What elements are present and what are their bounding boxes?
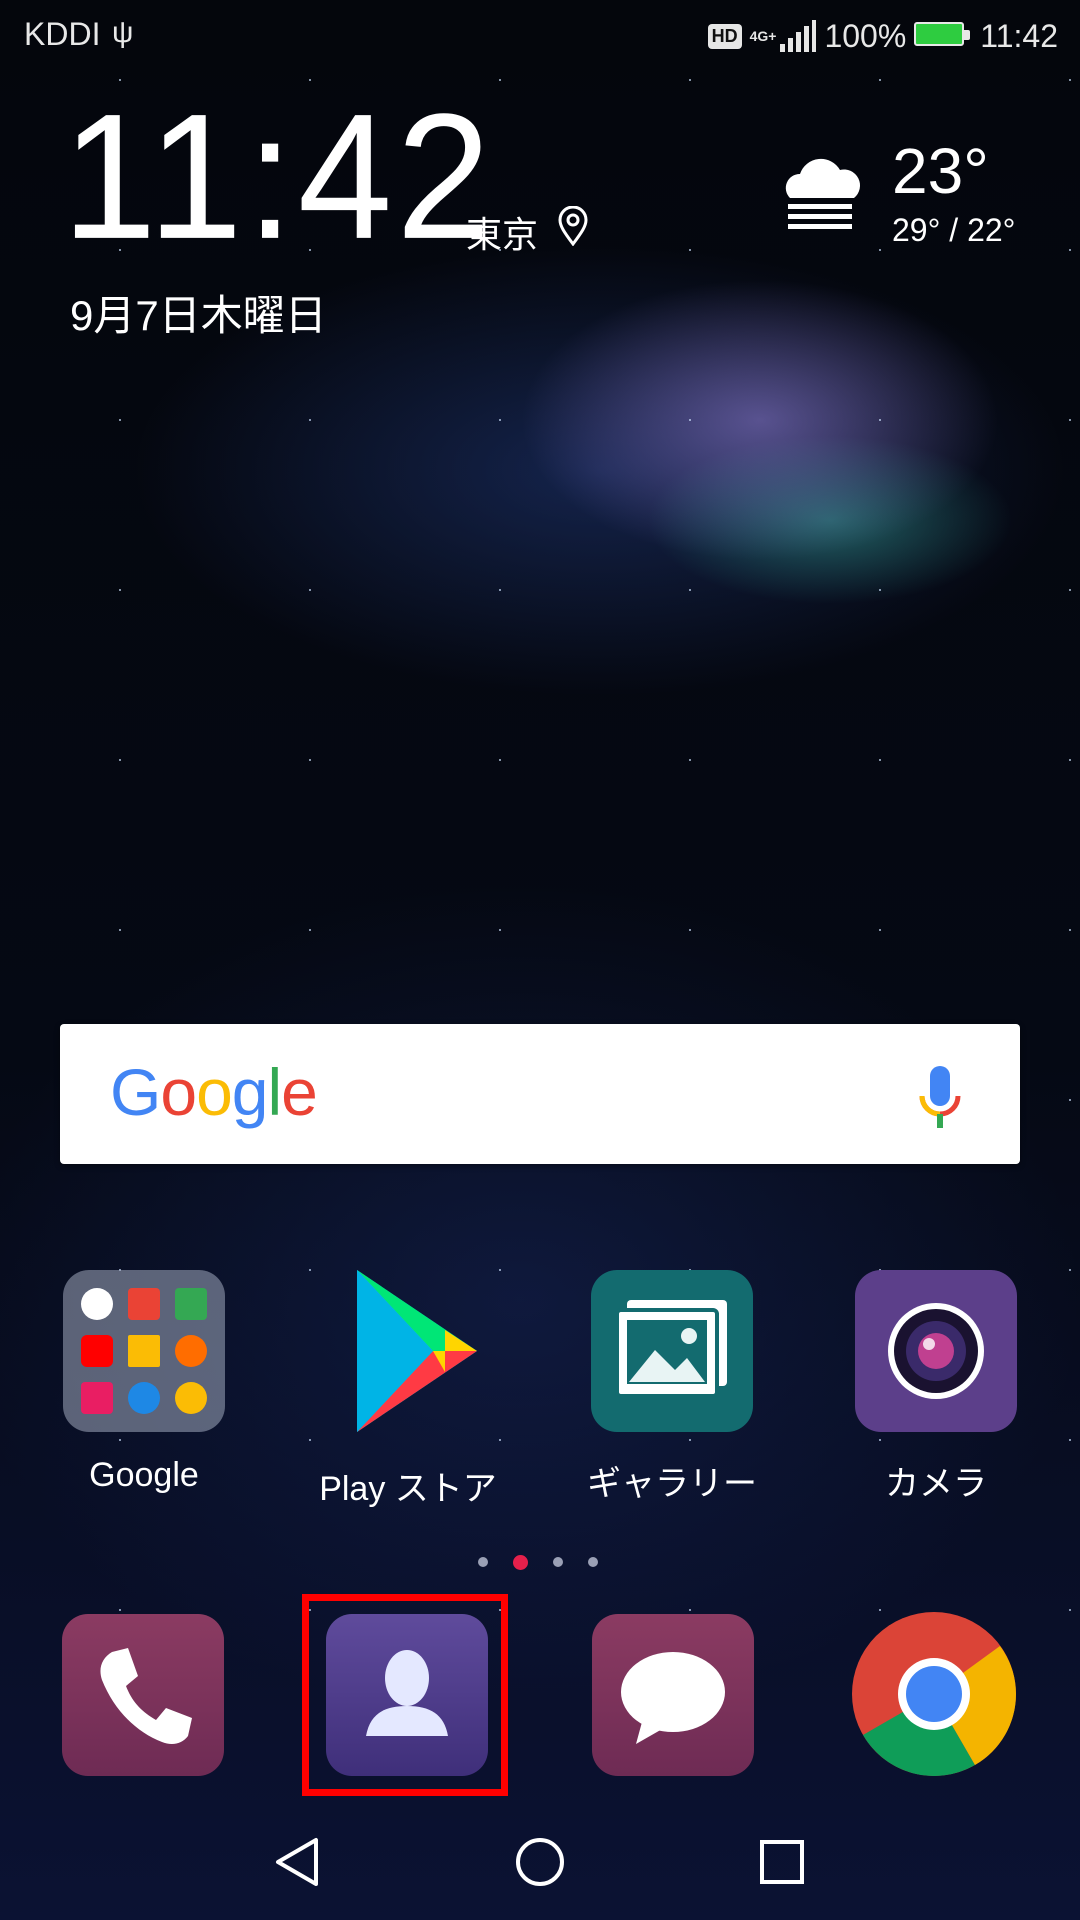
app-google-folder[interactable]: Google [44, 1270, 244, 1495]
app-label: カメラ [885, 1465, 987, 1503]
usb-icon: ψ [112, 16, 134, 49]
back-icon[interactable] [272, 1836, 324, 1888]
battery-percent: 100% [824, 17, 907, 54]
app-label: Google [89, 1456, 199, 1494]
google-logo: Google [110, 1055, 318, 1129]
status-bar: KDDI ψ HD 4G+ 100% 11:42 [0, 0, 1080, 72]
location-pin-icon [558, 206, 588, 246]
network-type: 4G+ [749, 28, 777, 44]
gallery-icon [591, 1270, 753, 1432]
navigation-bar [0, 1800, 1080, 1920]
google-search-bar[interactable]: Google [60, 1024, 1020, 1164]
highlight-box [302, 1594, 508, 1796]
recents-icon[interactable] [756, 1836, 808, 1888]
page-indicator [478, 1554, 598, 1570]
app-camera[interactable]: カメラ [836, 1270, 1036, 1505]
weather-temperature[interactable]: 23° [892, 134, 989, 208]
home-icon[interactable] [514, 1836, 566, 1888]
play-store-icon [357, 1270, 477, 1432]
weather-range: 29° / 22° [892, 212, 1016, 248]
app-label: Play ストア [319, 1470, 497, 1508]
carrier-label: KDDI [24, 16, 101, 52]
clock-city[interactable]: 東京 [466, 206, 538, 258]
dock-phone[interactable] [62, 1614, 224, 1776]
google-folder-icon [63, 1270, 225, 1432]
clock-date[interactable]: 9月7日木曜日 [70, 282, 327, 343]
signal-icon [780, 20, 817, 52]
app-gallery[interactable]: ギャラリー [572, 1270, 772, 1505]
status-indicators: HD 4G+ 100% 11:42 [707, 14, 1058, 58]
camera-icon [855, 1270, 1017, 1432]
phone-icon [100, 1648, 192, 1744]
mic-icon[interactable] [918, 1064, 962, 1132]
status-time: 11:42 [980, 17, 1058, 54]
dock-chrome[interactable] [850, 1610, 1018, 1778]
dock-messages[interactable] [592, 1614, 754, 1776]
hd-icon: HD [707, 23, 742, 49]
app-play-store[interactable]: Play ストア [308, 1270, 508, 1510]
page-dot [478, 1557, 488, 1567]
message-icon [621, 1652, 725, 1744]
app-label: ギャラリー [587, 1465, 757, 1503]
page-dot [588, 1557, 598, 1567]
cloud-icon[interactable] [774, 142, 870, 238]
battery-icon [914, 22, 972, 50]
clock-time[interactable]: 11:42 [62, 88, 495, 267]
page-dot-active [513, 1554, 528, 1570]
page-dot [553, 1557, 563, 1567]
